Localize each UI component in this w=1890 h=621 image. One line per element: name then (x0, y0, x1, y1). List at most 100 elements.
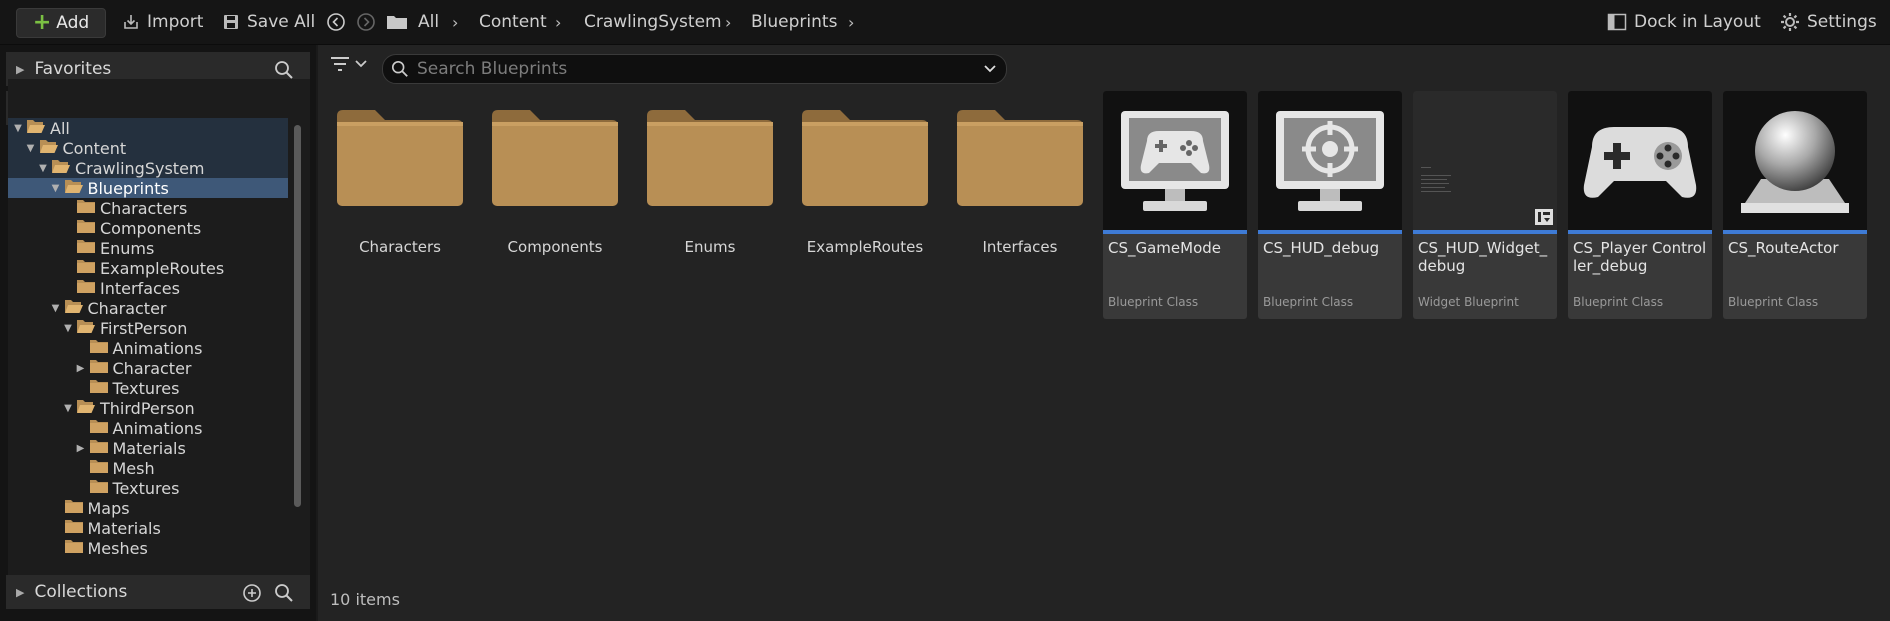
import-button[interactable]: Import (122, 0, 203, 44)
chevron-right-icon[interactable]: › (848, 0, 854, 44)
tree-item[interactable]: Mesh (8, 458, 288, 478)
caret-right-icon[interactable]: ▶ (75, 443, 87, 454)
folder-open-icon (39, 138, 59, 158)
tree-item[interactable]: ▼ CrawlingSystem (8, 158, 288, 178)
add-button[interactable]: + Add (16, 8, 106, 38)
back-button[interactable] (326, 0, 353, 44)
asset-tile[interactable]: CS_Player Controller_debug Blueprint Clas… (1568, 91, 1712, 319)
tree-item[interactable]: ▼ Blueprints (8, 178, 288, 198)
collections-header[interactable]: ▶ Collections (6, 575, 310, 609)
caret-right-icon[interactable]: ▶ (75, 363, 87, 374)
breadcrumb-crawlingsystem[interactable]: CrawlingSystem (584, 0, 722, 44)
folder-label: Enums (684, 238, 736, 256)
folder-icon (76, 278, 96, 298)
breadcrumb-all[interactable]: All (418, 0, 439, 44)
filter-button[interactable] (330, 56, 368, 72)
folder-icon (64, 518, 84, 538)
favorites-label: Favorites (34, 59, 112, 79)
folder-icon (76, 258, 96, 278)
caret-down-icon[interactable]: ▼ (50, 183, 62, 194)
folder-open-icon (26, 118, 46, 138)
tree-item-label: CrawlingSystem (75, 158, 205, 178)
tree-item[interactable]: Textures (8, 478, 288, 498)
tree-item[interactable]: Components (8, 218, 288, 238)
asset-tile[interactable]: CS_RouteActor Blueprint Class (1723, 91, 1867, 319)
asset-tile[interactable]: CS_HUD_Widget_debug Widget Blueprint (1413, 91, 1557, 319)
chevron-down-icon (355, 60, 367, 68)
tree-item[interactable]: Textures (8, 378, 288, 398)
settings-label: Settings (1807, 12, 1877, 32)
tree-item-label: Enums (100, 238, 155, 258)
tree-item-label: Maps (87, 498, 130, 518)
caret-right-icon[interactable]: ▶ (16, 586, 24, 599)
caret-down-icon[interactable]: ▼ (62, 323, 74, 334)
caret-down-icon[interactable]: ▼ (50, 303, 62, 314)
chevron-down-icon[interactable] (983, 64, 997, 74)
caret-right-icon[interactable]: ▶ (16, 63, 24, 76)
folder-tile[interactable] (335, 108, 465, 213)
tree-item[interactable]: ▼ Character (8, 298, 288, 318)
tree-item[interactable]: ExampleRoutes (8, 258, 288, 278)
dock-in-layout-button[interactable]: Dock in Layout (1607, 0, 1761, 44)
breadcrumb-blueprints[interactable]: Blueprints (751, 0, 837, 44)
folder-tile[interactable] (800, 108, 930, 213)
caret-down-icon[interactable]: ▼ (12, 123, 24, 134)
save-all-label: Save All (247, 12, 316, 32)
chevron-right-icon[interactable]: › (725, 0, 731, 44)
settings-button[interactable]: Settings (1780, 0, 1877, 44)
tree-scrollbar[interactable] (294, 125, 301, 507)
tree-item[interactable]: Meshes (8, 538, 288, 558)
caret-down-icon[interactable]: ▼ (62, 403, 74, 414)
asset-name: CS_RouteActor (1728, 239, 1839, 257)
tree-item[interactable]: Enums (8, 238, 288, 258)
tree-item[interactable]: ▼ ThirdPerson (8, 398, 288, 418)
tree-item[interactable]: Interfaces (8, 278, 288, 298)
folder-icon (89, 478, 109, 498)
folder-icon (89, 418, 109, 438)
asset-tile[interactable]: CS_GameMode Blueprint Class (1103, 91, 1247, 319)
gear-icon (1781, 13, 1799, 31)
folder-tile[interactable] (490, 108, 620, 213)
folder-label: Characters (359, 238, 441, 256)
forward-button[interactable] (356, 0, 383, 44)
back-arrow-icon (327, 13, 345, 31)
folder-open-icon (64, 298, 84, 318)
sphere-actor-icon (1723, 91, 1867, 230)
tree-item[interactable]: ▼ FirstPerson (8, 318, 288, 338)
folder-tile[interactable] (955, 108, 1085, 213)
add-label: Add (56, 13, 90, 33)
tree-item-label: Materials (87, 518, 161, 538)
add-circle-icon[interactable] (242, 583, 262, 603)
caret-down-icon[interactable]: ▼ (25, 143, 37, 154)
tree-item[interactable]: ▼ All (8, 118, 288, 138)
folder-icon (64, 538, 84, 558)
breadcrumb-content[interactable]: Content (479, 0, 547, 44)
tree-item-label: Mesh (112, 458, 155, 478)
chevron-right-icon[interactable]: › (452, 0, 458, 44)
tree-item[interactable]: ▶ Character (8, 358, 288, 378)
tree-item[interactable]: Animations (8, 338, 288, 358)
tree-item[interactable]: Materials (8, 518, 288, 538)
asset-name: CS_Player Controller_debug (1573, 239, 1707, 275)
folder-tile[interactable] (645, 108, 775, 213)
folder-icon (89, 378, 109, 398)
tree-item[interactable]: ▶ Materials (8, 438, 288, 458)
folder-icon (64, 498, 84, 518)
chevron-right-icon[interactable]: › (555, 0, 561, 44)
asset-type-bar (1723, 230, 1867, 234)
dock-label: Dock in Layout (1634, 12, 1761, 32)
save-all-button[interactable]: Save All (222, 0, 315, 44)
tree-item-label: ThirdPerson (100, 398, 195, 418)
caret-down-icon[interactable]: ▼ (37, 163, 49, 174)
asset-tile[interactable]: CS_HUD_debug Blueprint Class (1258, 91, 1402, 319)
search-icon[interactable] (274, 583, 294, 603)
tree-item[interactable]: ▼ Content (8, 138, 288, 158)
search-icon[interactable] (274, 60, 294, 80)
tree-item[interactable]: Animations (8, 418, 288, 438)
filter-icon (331, 57, 349, 71)
toolbar: + Add Import Save All All › Content › Cr… (0, 0, 1890, 45)
folder-icon (647, 110, 773, 206)
tree-item[interactable]: Characters (8, 198, 288, 218)
tree-item[interactable]: Maps (8, 498, 288, 518)
search-input[interactable]: Search Blueprints (382, 54, 1007, 84)
